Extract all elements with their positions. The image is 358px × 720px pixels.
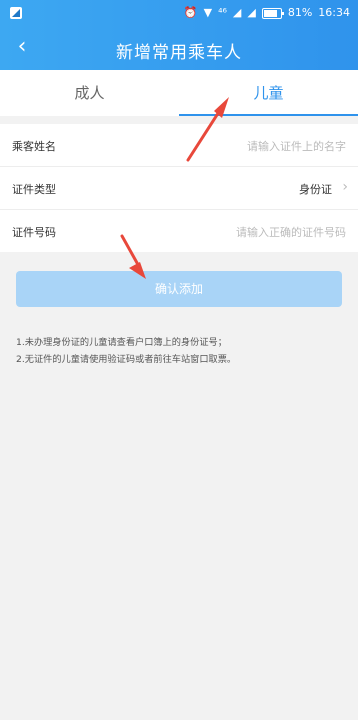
- id-number-label: 证件号码: [12, 226, 56, 239]
- id-number-row[interactable]: 证件号码 请输入正确的证件号码: [0, 210, 358, 252]
- id-number-input[interactable]: 请输入正确的证件号码: [236, 224, 346, 240]
- id-type-label: 证件类型: [12, 183, 56, 196]
- id-type-value[interactable]: 身份证: [299, 181, 332, 197]
- signal-icon-2: ◢: [247, 6, 256, 19]
- name-row[interactable]: 乘客姓名 请输入证件上的名字: [0, 124, 358, 167]
- tab-child[interactable]: 儿童: [179, 70, 358, 116]
- top-bar: ⏰ ▼ ⁴⁶ ◢ ◢ 81% 16:34 ‹ 新增常用乘车人: [0, 0, 358, 70]
- nav-bar: ‹ 新增常用乘车人: [0, 28, 358, 70]
- note-2: 2.无证件的儿童请使用验证码或者前往车站窗口取票。: [16, 354, 237, 365]
- signal-icon: ◢: [232, 6, 242, 19]
- note-1: 1.未办理身份证的儿童请查看户口簿上的身份证号；: [16, 337, 227, 348]
- wifi-icon: ▼: [203, 6, 213, 19]
- notes-section: 1.未办理身份证的儿童请查看户口簿上的身份证号； 2.无证件的儿童请使用验证码或…: [16, 334, 342, 368]
- app-notification-icon: [10, 7, 22, 19]
- name-label: 乘客姓名: [12, 140, 56, 153]
- passenger-type-tabs: 成人 儿童: [0, 70, 358, 116]
- status-bar: ⏰ ▼ ⁴⁶ ◢ ◢ 81% 16:34: [0, 0, 358, 28]
- battery-icon: [261, 7, 284, 19]
- chevron-right-icon: ›: [342, 179, 348, 195]
- name-input[interactable]: 请输入证件上的名字: [247, 138, 346, 154]
- clock-time: 16:34: [318, 6, 350, 19]
- page-title: 新增常用乘车人: [116, 43, 242, 63]
- confirm-add-button[interactable]: 确认添加: [16, 271, 342, 307]
- network-label: ⁴⁶: [218, 6, 227, 19]
- id-type-row[interactable]: 证件类型 身份证 ›: [0, 167, 358, 210]
- passenger-form: 乘客姓名 请输入证件上的名字 证件类型 身份证 › 证件号码 请输入正确的证件号…: [0, 124, 358, 252]
- tab-adult[interactable]: 成人: [0, 70, 179, 116]
- alarm-icon: ⏰: [183, 6, 198, 19]
- battery-percent: 81%: [287, 6, 313, 19]
